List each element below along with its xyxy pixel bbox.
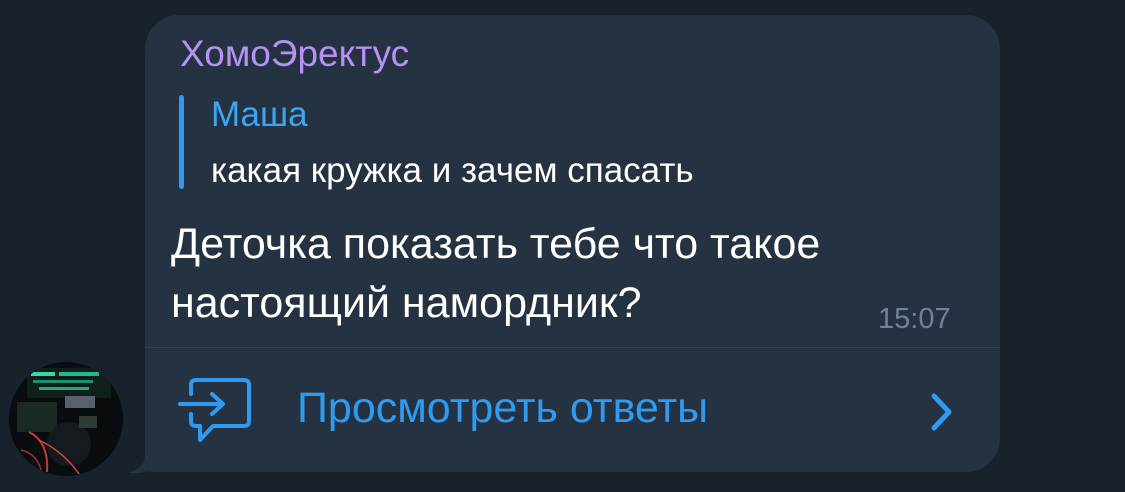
view-replies-label: Просмотреть ответы — [297, 384, 709, 432]
sender-name[interactable]: ХомоЭректус — [180, 33, 409, 75]
message-time: 15:07 — [878, 303, 951, 335]
view-replies-button[interactable]: Просмотреть ответы — [145, 348, 1000, 472]
sender-avatar[interactable] — [9, 362, 123, 476]
reply-arrow-speech-bubble-icon — [178, 378, 251, 442]
message-line: настоящий намордник? — [171, 279, 642, 327]
reply-quote[interactable]: Маша какая кружка и зачем спасать — [179, 91, 879, 191]
message-bubble[interactable]: ХомоЭректус Маша какая кружка и зачем сп… — [145, 15, 1000, 472]
reply-author: Маша — [211, 95, 308, 134]
reply-quote-bar — [179, 95, 184, 189]
message-text: Деточка показать тебе что такое настоящи… — [171, 215, 961, 333]
message-line: Деточка показать тебе что такое — [171, 220, 821, 268]
reply-text: какая кружка и зачем спасать — [211, 151, 694, 190]
avatar-image — [9, 362, 123, 476]
chevron-right-icon — [931, 393, 952, 431]
